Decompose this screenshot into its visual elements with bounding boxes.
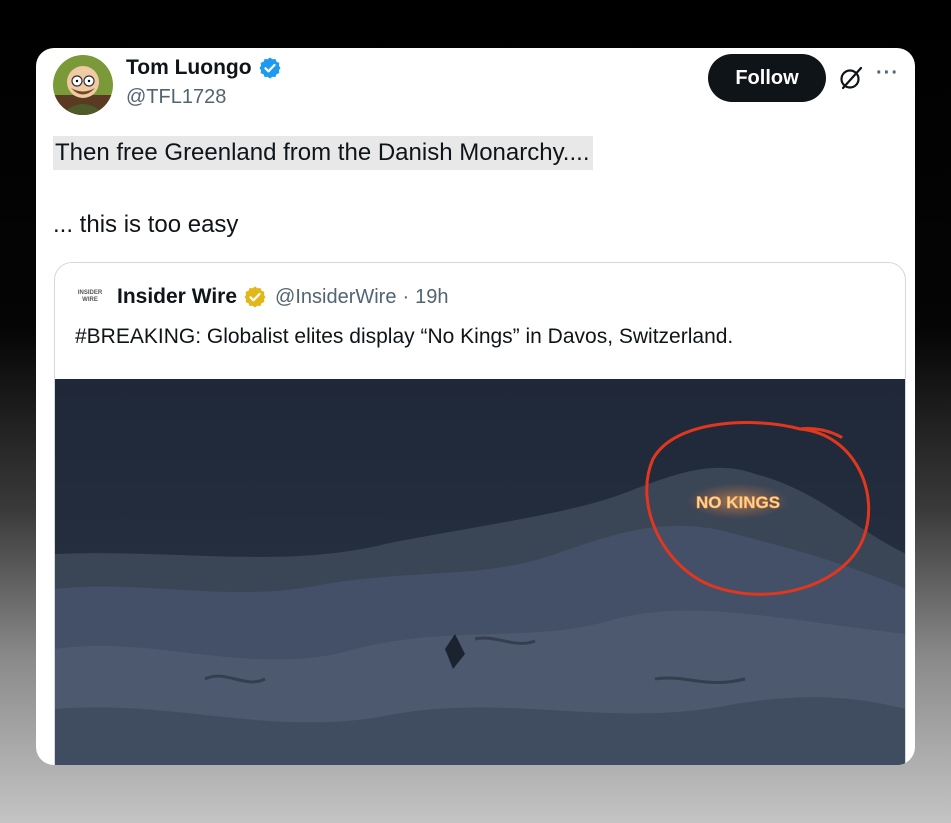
grok-icon[interactable]: [838, 65, 864, 91]
author-name[interactable]: Tom Luongo: [126, 56, 252, 80]
quoted-author-handle[interactable]: @InsiderWire: [275, 286, 396, 309]
quoted-tweet-text: #BREAKING: Globalist elites display “No …: [75, 325, 734, 348]
tweet-text-line-1: Then free Greenland from the Danish Mona…: [53, 136, 594, 170]
tweet-card: Tom Luongo @TFL1728 Follow ··· Then free…: [36, 48, 915, 765]
quoted-timestamp[interactable]: 19h: [415, 286, 448, 309]
quoted-tweet[interactable]: INSIDER WIRE Insider Wire @InsiderWire ·…: [54, 262, 906, 765]
more-icon[interactable]: ···: [876, 62, 899, 85]
quoted-tweet-header: INSIDER WIRE Insider Wire @InsiderWire ·…: [75, 285, 449, 309]
no-kings-caption: NO KINGS: [696, 493, 780, 512]
author-row: Tom Luongo: [126, 56, 282, 80]
avatar-image: [53, 55, 113, 115]
tweet-text-line-2: ... this is too easy: [53, 211, 239, 238]
insider-wire-logo: INSIDER WIRE: [77, 290, 103, 303]
gold-check-icon: [244, 286, 266, 308]
blue-check-icon: [259, 57, 281, 79]
separator-dot: ·: [402, 285, 410, 308]
quoted-author-name[interactable]: Insider Wire: [117, 285, 237, 309]
quoted-tweet-image[interactable]: NO KINGS: [55, 379, 906, 765]
avatar[interactable]: [53, 55, 113, 115]
follow-button[interactable]: Follow: [708, 54, 826, 102]
author-handle[interactable]: @TFL1728: [126, 86, 226, 109]
